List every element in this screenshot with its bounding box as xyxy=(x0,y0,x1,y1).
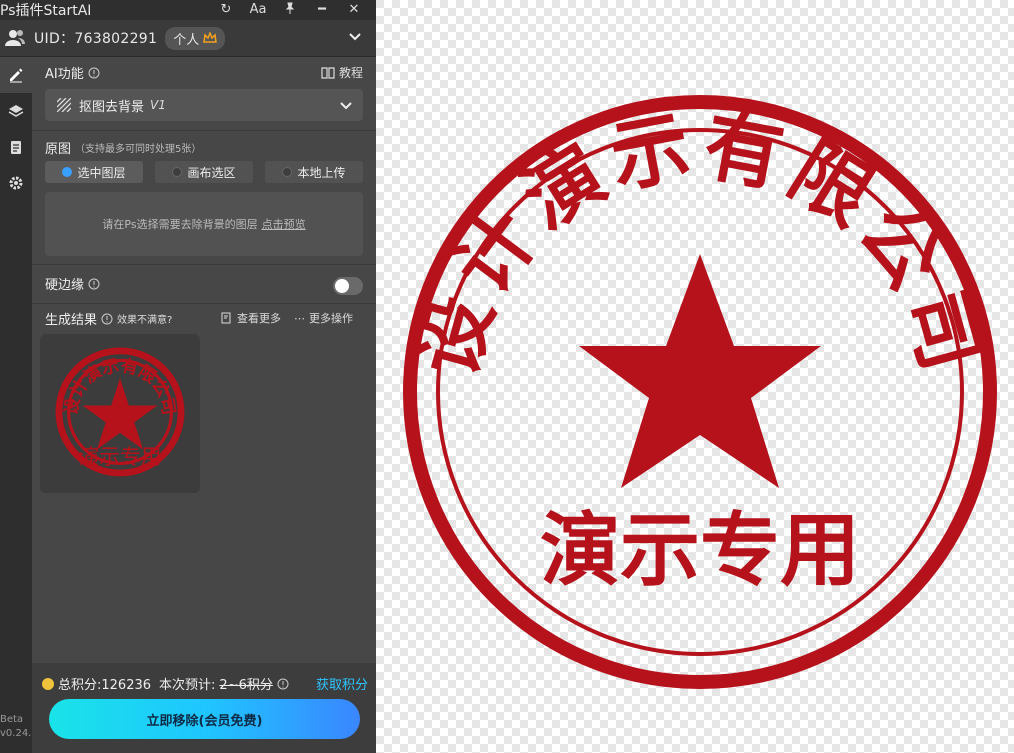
radio-icon xyxy=(172,167,183,177)
source-section: 原图 （支持最多可同时处理5张） 选中图层 画布选区 本地上传 请在Ps选择需要… xyxy=(32,131,376,265)
ai-function-section: AI功能 教程 抠图去背景 V1 xyxy=(32,57,376,131)
tutorial-link[interactable]: 教程 xyxy=(321,64,363,81)
user-bar: UID：763802291 个人 xyxy=(0,20,376,57)
version-label: v0.24.8 xyxy=(0,728,38,739)
main-content: AI功能 教程 抠图去背景 V1 原图 （支持最多可同时处理5张） 选中图层 画… xyxy=(32,57,376,753)
uid-label: UID：763802291 xyxy=(34,31,158,47)
pencil-icon xyxy=(10,68,23,83)
tab-label: 本地上传 xyxy=(297,165,346,180)
tutorial-label: 教程 xyxy=(338,66,363,80)
sidebar-item-edit[interactable] xyxy=(0,57,32,93)
ai-function-title: AI功能 xyxy=(45,67,84,82)
pattern-icon xyxy=(57,98,71,112)
refresh-icon[interactable]: ↻ xyxy=(210,2,242,18)
source-title: 原图 xyxy=(45,142,72,157)
chevron-down-icon xyxy=(340,102,352,110)
tab-label: 画布选区 xyxy=(187,165,236,180)
stamp-star xyxy=(579,254,821,488)
result-thumbnail[interactable]: 演示专用 设计演示有限公司 xyxy=(40,334,200,493)
beta-label: Beta xyxy=(0,714,24,725)
layers-icon xyxy=(8,105,24,117)
view-more-label: 查看更多 xyxy=(237,312,281,325)
source-heading: 原图 （支持最多可同时处理5张） xyxy=(45,138,201,157)
more-ops-link[interactable]: ⋯ 更多操作 xyxy=(294,310,353,326)
radio-icon xyxy=(282,167,293,177)
source-hint: （支持最多可同时处理5张） xyxy=(75,144,202,155)
plan-badge[interactable]: 个人 xyxy=(165,26,226,50)
hard-edge-heading: 硬边缘 xyxy=(45,274,100,293)
book-icon xyxy=(321,66,335,79)
source-dropzone[interactable]: 请在Ps选择需要去除背景的图层 点击预览 xyxy=(45,192,363,256)
tab-selected-layer[interactable]: 选中图层 xyxy=(45,161,143,183)
hard-edge-toggle[interactable] xyxy=(333,277,363,295)
results-title: 生成结果 xyxy=(45,313,98,328)
more-ops-label: 更多操作 xyxy=(309,312,353,325)
dropzone-text: 请在Ps选择需要去除背景的图层 xyxy=(102,218,258,231)
footer: 总积分:126236 本次预计: 2~6积分 获取积分 立即移除(会员免费) xyxy=(32,663,376,753)
hard-edge-section: 硬边缘 xyxy=(32,265,376,304)
info-icon[interactable] xyxy=(101,313,113,325)
plan-label: 个人 xyxy=(173,32,200,48)
remove-now-button[interactable]: 立即移除(会员免费) xyxy=(49,699,360,739)
chevron-down-icon[interactable] xyxy=(348,29,362,43)
estimate-value: 2~6积分 xyxy=(219,678,273,693)
plugin-panel: Ps插件StartAI ↻ Aa ━ ✕ UID：763802291 个人 Be… xyxy=(0,0,376,753)
pin-icon[interactable] xyxy=(274,2,306,18)
unsatisfied-link[interactable]: 效果不满意? xyxy=(117,311,172,326)
estimate-label: 本次预计: xyxy=(159,678,216,693)
list-search-icon xyxy=(221,312,231,324)
thumb-bottom-text: 演示专用 xyxy=(78,445,161,469)
close-icon[interactable]: ✕ xyxy=(338,2,370,18)
title-bar: Ps插件StartAI ↻ Aa ━ ✕ xyxy=(0,0,376,20)
stamp-image: 设计演示有限公司 演示专用 xyxy=(402,95,997,689)
crown-icon xyxy=(203,32,218,43)
preview-link[interactable]: 点击预览 xyxy=(262,216,306,232)
sidebar-item-layers[interactable] xyxy=(0,93,32,129)
stamp-bottom-text: 演示专用 xyxy=(540,503,860,597)
radio-checked-icon xyxy=(62,167,73,177)
notes-icon xyxy=(11,141,21,154)
view-more-link[interactable]: 查看更多 xyxy=(221,310,281,326)
info-icon[interactable] xyxy=(277,678,289,690)
function-select[interactable]: 抠图去背景 V1 xyxy=(45,89,363,121)
version-info: Beta v0.24.8 xyxy=(0,713,38,741)
font-size-button[interactable]: Aa xyxy=(242,2,274,18)
ai-function-heading: AI功能 xyxy=(45,63,100,82)
results-heading: 生成结果 效果不满意? xyxy=(45,309,172,328)
app-title: Ps插件StartAI xyxy=(0,3,92,19)
minimize-icon[interactable]: ━ xyxy=(306,2,338,18)
tab-label: 选中图层 xyxy=(77,165,126,180)
stamp-thumbnail-image: 演示专用 设计演示有限公司 xyxy=(55,347,185,477)
coin-icon xyxy=(42,677,54,690)
results-section: 生成结果 效果不满意? 查看更多 ⋯ 更多操作 xyxy=(32,304,376,334)
gear-icon xyxy=(9,176,23,190)
info-icon[interactable] xyxy=(88,67,100,79)
sidebar-item-settings[interactable] xyxy=(0,165,32,201)
total-credits: 总积分:126236 xyxy=(58,678,152,693)
function-select-value: 抠图去背景 xyxy=(79,99,145,115)
users-icon xyxy=(5,30,25,46)
source-tabs: 选中图层 画布选区 本地上传 xyxy=(45,161,363,183)
function-version: V1 xyxy=(150,98,166,112)
sidebar: Beta v0.24.8 xyxy=(0,57,38,753)
sidebar-item-notes[interactable] xyxy=(0,129,32,165)
tab-local-upload[interactable]: 本地上传 xyxy=(265,161,363,183)
hard-edge-label: 硬边缘 xyxy=(45,278,85,293)
info-icon[interactable] xyxy=(88,278,100,290)
credits-info: 总积分:126236 本次预计: 2~6积分 xyxy=(42,674,289,693)
tab-canvas-selection[interactable]: 画布选区 xyxy=(155,161,253,183)
get-credits-link[interactable]: 获取积分 xyxy=(316,674,368,693)
ellipsis-icon: ⋯ xyxy=(294,311,305,325)
